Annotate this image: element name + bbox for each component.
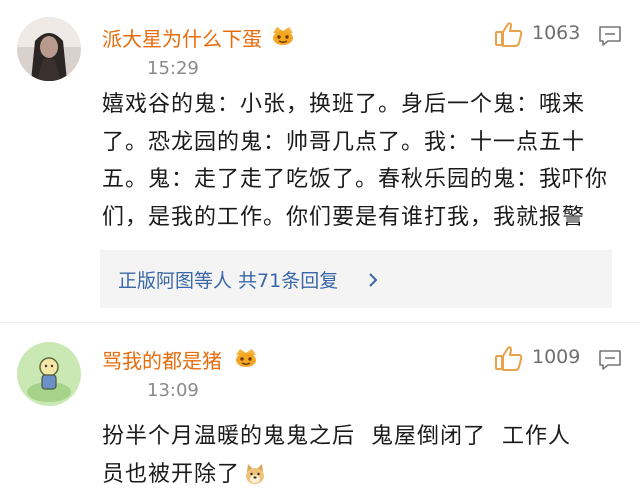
comment-time: 13:09: [147, 380, 199, 401]
comment-time: 15:29: [147, 58, 199, 79]
chevron-right-icon: [369, 273, 378, 287]
comment-content: 嬉戏谷的鬼：小张，换班了。身后一个鬼：哦来 了。恐龙园的鬼：帅哥几点了。我：十一…: [102, 86, 609, 236]
sub-replies-box[interactable]: 正版阿图等人 共71条回复: [100, 250, 612, 308]
comment-item: 派大星为什么下蛋 15:29 1063 嬉戏谷的鬼：小张，换班了。身后一个鬼：哦…: [0, 0, 640, 320]
content-line-with-emoji: 员也被开除了: [102, 456, 602, 494]
content-line: 了。恐龙园的鬼：帅哥几点了。我：十一点五十: [102, 129, 586, 155]
like-count: 1009: [532, 346, 581, 368]
thumbs-up-icon[interactable]: [494, 344, 524, 372]
comment-item: 骂我的都是猪 13:09 1009 扮半个月温暖的鬼鬼之后 鬼屋倒闭了 工作人 …: [0, 330, 640, 503]
dark-portrait-avatar-icon: [17, 17, 81, 81]
divider: [0, 322, 640, 323]
crown-badge-icon: [273, 27, 293, 45]
user-avatar[interactable]: [17, 17, 81, 81]
reply-comment-icon[interactable]: [598, 25, 622, 47]
content-line: 扮半个月温暖的鬼鬼之后 鬼屋倒闭了 工作人: [102, 424, 571, 449]
content-line: 嬉戏谷的鬼：小张，换班了。身后一个鬼：哦来: [102, 92, 586, 117]
like-count: 1063: [532, 22, 581, 44]
doge-emoji-icon: [246, 463, 265, 484]
username[interactable]: 派大星为什么下蛋: [102, 23, 262, 52]
thumbs-up-icon[interactable]: [494, 20, 524, 48]
user-avatar[interactable]: [17, 342, 81, 406]
content-line: 五。鬼：走了走了吃饭了。春秋乐园的鬼：我吓你: [102, 167, 609, 192]
content-line: 员也被开除了: [102, 461, 241, 487]
cartoon-figure-avatar-icon: [17, 342, 81, 406]
sub-replies-link[interactable]: 正版阿图等人 共71条回复: [118, 266, 338, 293]
comment-content: 扮半个月温暖的鬼鬼之后 鬼屋倒闭了 工作人 员也被开除了: [102, 418, 602, 493]
reply-comment-icon[interactable]: [598, 349, 622, 371]
content-line: 们，是我的工作。你们要是有谁打我，我就报警: [102, 204, 586, 230]
username[interactable]: 骂我的都是猪: [102, 345, 222, 374]
crown-badge-icon: [236, 349, 256, 367]
